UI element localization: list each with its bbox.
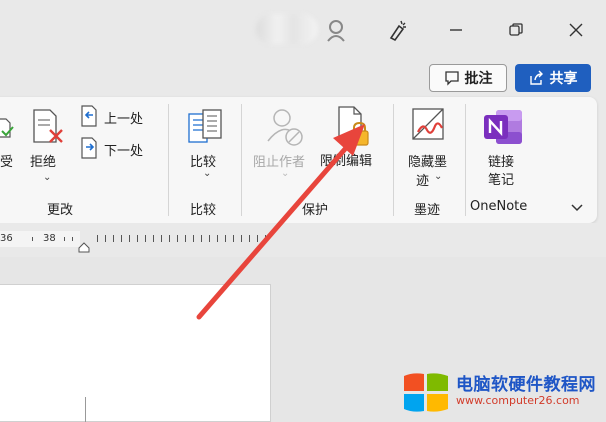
watermark-url: www.computer26.com <box>456 394 580 407</box>
annotation-arrow <box>196 124 365 320</box>
site-watermark: 电脑软硬件教程网 www.computer26.com <box>402 368 606 416</box>
watermark-title: 电脑软硬件教程网 <box>456 375 596 395</box>
windows-logo-icon <box>404 373 448 412</box>
